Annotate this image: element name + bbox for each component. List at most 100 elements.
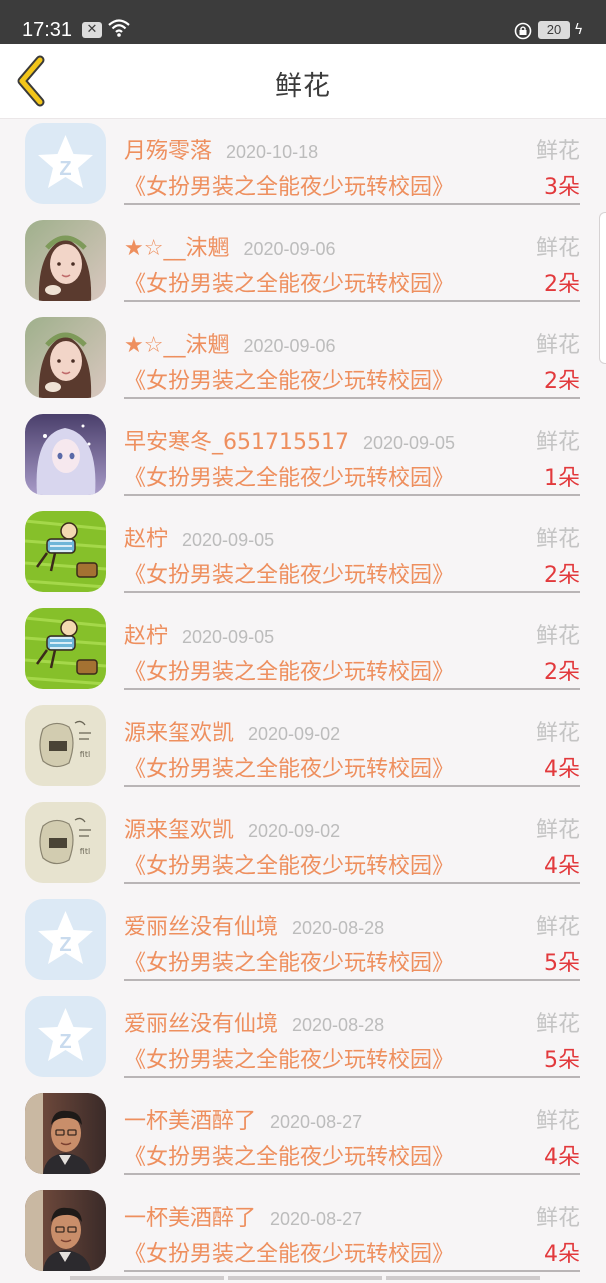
record-row[interactable]: Z 月殇零落 2020-10-18 鲜花 《女扮男装之全能夜少玩转校园》 3朵: [0, 119, 606, 216]
row-divider: [124, 1173, 580, 1175]
row-divider: [124, 882, 580, 884]
book-title[interactable]: 《女扮男装之全能夜少玩转校园》: [124, 1236, 454, 1268]
user-name[interactable]: 赵柠: [124, 624, 168, 649]
gift-type-label: 鲜花: [535, 915, 580, 940]
flower-count: 4朵: [544, 1242, 580, 1267]
user-name[interactable]: 一杯美酒醉了: [124, 1206, 256, 1231]
book-title[interactable]: 《女扮男装之全能夜少玩转校园》: [124, 363, 454, 395]
gift-type-label: 鲜花: [535, 1109, 580, 1134]
status-time: 17:31: [22, 19, 73, 41]
girl-photo-avatar[interactable]: [25, 317, 106, 398]
record-row[interactable]: 早安寒冬_651715517 2020-09-05 鲜花 《女扮男装之全能夜少玩转…: [0, 410, 606, 507]
record-row[interactable]: Z 爱丽丝没有仙境 2020-08-28 鲜花 《女扮男装之全能夜少玩转校园》 5…: [0, 895, 606, 992]
flower-count: 4朵: [544, 854, 580, 879]
default-qq-avatar[interactable]: Z: [25, 996, 106, 1077]
user-name[interactable]: 爱丽丝没有仙境: [124, 1012, 278, 1037]
cartoon-boy-grass-avatar[interactable]: [25, 608, 106, 689]
book-title[interactable]: 《女扮男装之全能夜少玩转校园》: [124, 557, 454, 589]
flower-count: 2朵: [544, 369, 580, 394]
anime-girl-avatar[interactable]: [25, 414, 106, 495]
record-date: 2020-09-05: [182, 530, 275, 550]
flower-count: 4朵: [544, 757, 580, 782]
book-title[interactable]: 《女扮男装之全能夜少玩转校园》: [124, 848, 454, 880]
svg-text:Z: Z: [59, 158, 71, 180]
record-date: 2020-08-27: [270, 1209, 363, 1229]
wifi-icon: [108, 18, 130, 42]
record-date: 2020-08-28: [292, 918, 385, 938]
user-name[interactable]: 爱丽丝没有仙境: [124, 915, 278, 940]
svg-text:Z: Z: [59, 934, 71, 956]
book-title[interactable]: 《女扮男装之全能夜少玩转校园》: [124, 169, 454, 201]
record-row[interactable]: fitl 源来玺欢凯 2020-09-02 鲜花 《女扮男装之全能夜少玩转校园》 …: [0, 701, 606, 798]
cartoon-boy-grass-avatar[interactable]: [25, 511, 106, 592]
row-divider: [124, 203, 580, 205]
sketch-avatar[interactable]: fitl: [25, 802, 106, 883]
battery-indicator: 20: [538, 21, 570, 39]
gift-type-label: 鲜花: [535, 236, 580, 261]
user-name[interactable]: ★☆__沫魍: [124, 333, 229, 358]
user-name[interactable]: 赵柠: [124, 527, 168, 552]
status-bar: 17:31 ✕ 20 ϟ: [0, 0, 606, 44]
record-date: 2020-09-02: [248, 821, 341, 841]
flower-record-list: Z 月殇零落 2020-10-18 鲜花 《女扮男装之全能夜少玩转校园》 3朵 ★…: [0, 119, 606, 1283]
book-title[interactable]: 《女扮男装之全能夜少玩转校园》: [124, 1139, 454, 1171]
flower-count: 5朵: [544, 1048, 580, 1073]
bottom-tab-edge: [386, 1276, 540, 1280]
record-row[interactable]: ★☆__沫魍 2020-09-06 鲜花 《女扮男装之全能夜少玩转校园》 2朵: [0, 313, 606, 410]
bottom-toolbar-edge: [70, 1276, 540, 1280]
gift-type-label: 鲜花: [535, 333, 580, 358]
row-divider: [124, 1076, 580, 1078]
girl-photo-avatar[interactable]: [25, 220, 106, 301]
book-title[interactable]: 《女扮男装之全能夜少玩转校园》: [124, 266, 454, 298]
user-name[interactable]: 月殇零落: [124, 139, 212, 164]
user-name[interactable]: 源来玺欢凯: [124, 721, 234, 746]
book-title[interactable]: 《女扮男装之全能夜少玩转校园》: [124, 654, 454, 686]
record-row[interactable]: 一杯美酒醉了 2020-08-27 鲜花 《女扮男装之全能夜少玩转校园》 4朵: [0, 1089, 606, 1186]
default-qq-avatar[interactable]: Z: [25, 123, 106, 204]
row-divider: [124, 300, 580, 302]
gift-type-label: 鲜花: [535, 624, 580, 649]
rotation-lock-icon: [514, 22, 532, 44]
gift-type-label: 鲜花: [535, 721, 580, 746]
row-divider: [124, 494, 580, 496]
man-photo-avatar[interactable]: [25, 1093, 106, 1174]
notification-x-icon: ✕: [82, 22, 102, 38]
record-row[interactable]: fitl 源来玺欢凯 2020-09-02 鲜花 《女扮男装之全能夜少玩转校园》 …: [0, 798, 606, 895]
svg-text:fitl: fitl: [80, 847, 90, 856]
record-row[interactable]: 赵柠 2020-09-05 鲜花 《女扮男装之全能夜少玩转校园》 2朵: [0, 507, 606, 604]
row-divider: [124, 785, 580, 787]
record-date: 2020-08-27: [270, 1112, 363, 1132]
record-row[interactable]: 一杯美酒醉了 2020-08-27 鲜花 《女扮男装之全能夜少玩转校园》 4朵: [0, 1186, 606, 1283]
flower-count: 5朵: [544, 951, 580, 976]
row-divider: [124, 397, 580, 399]
gift-type-label: 鲜花: [535, 1012, 580, 1037]
book-title[interactable]: 《女扮男装之全能夜少玩转校园》: [124, 460, 454, 492]
gift-type-label: 鲜花: [535, 527, 580, 552]
record-row[interactable]: ★☆__沫魍 2020-09-06 鲜花 《女扮男装之全能夜少玩转校园》 2朵: [0, 216, 606, 313]
user-name[interactable]: 早安寒冬_651715517: [124, 430, 349, 455]
user-name[interactable]: 源来玺欢凯: [124, 818, 234, 843]
man-photo-avatar[interactable]: [25, 1190, 106, 1271]
row-divider: [124, 688, 580, 690]
record-row[interactable]: Z 爱丽丝没有仙境 2020-08-28 鲜花 《女扮男装之全能夜少玩转校园》 5…: [0, 992, 606, 1089]
user-name[interactable]: ★☆__沫魍: [124, 236, 229, 261]
record-row[interactable]: 赵柠 2020-09-05 鲜花 《女扮男装之全能夜少玩转校园》 2朵: [0, 604, 606, 701]
bottom-tab-edge: [70, 1276, 224, 1280]
gift-type-label: 鲜花: [535, 430, 580, 455]
record-date: 2020-09-06: [243, 239, 336, 259]
flower-count: 2朵: [544, 660, 580, 685]
book-title[interactable]: 《女扮男装之全能夜少玩转校园》: [124, 945, 454, 977]
book-title[interactable]: 《女扮男装之全能夜少玩转校园》: [124, 751, 454, 783]
flower-count: 3朵: [544, 175, 580, 200]
flower-count: 4朵: [544, 1145, 580, 1170]
scroll-edge-tab[interactable]: [599, 212, 606, 364]
flower-count: 2朵: [544, 563, 580, 588]
gift-type-label: 鲜花: [535, 1206, 580, 1231]
sketch-avatar[interactable]: fitl: [25, 705, 106, 786]
user-name[interactable]: 一杯美酒醉了: [124, 1109, 256, 1134]
default-qq-avatar[interactable]: Z: [25, 899, 106, 980]
svg-text:Z: Z: [59, 1031, 71, 1053]
row-divider: [124, 979, 580, 981]
row-divider: [124, 1270, 580, 1272]
book-title[interactable]: 《女扮男装之全能夜少玩转校园》: [124, 1042, 454, 1074]
